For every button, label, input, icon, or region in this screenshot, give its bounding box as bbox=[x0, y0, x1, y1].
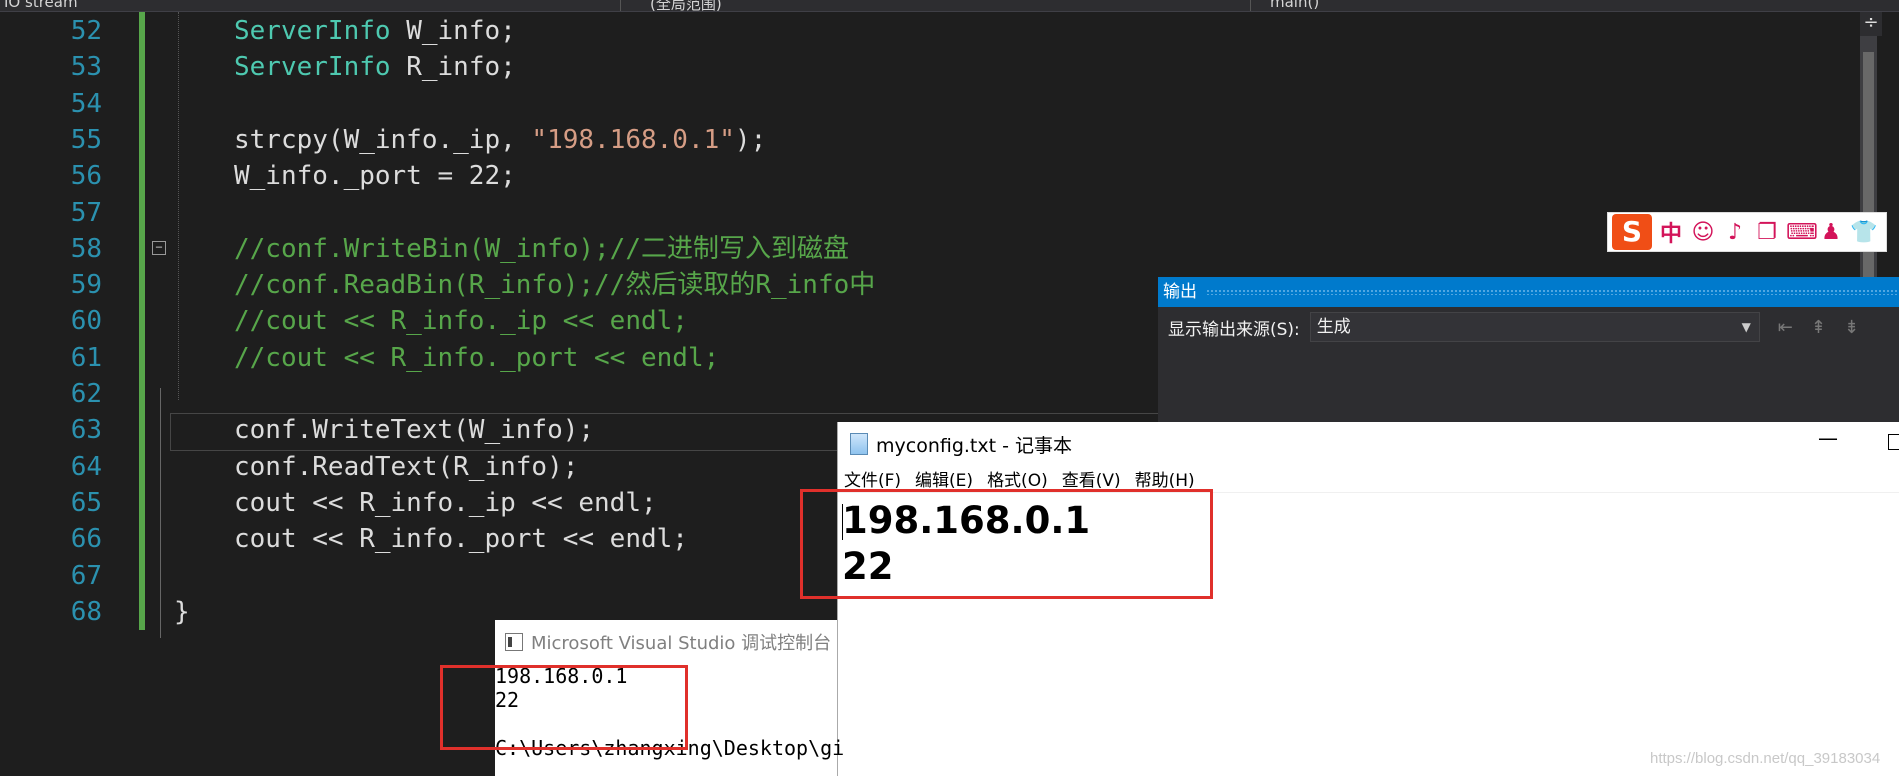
menu-help[interactable]: 帮助(H) bbox=[1135, 466, 1195, 491]
code-line[interactable]: //cout << R_info._ip << endl; bbox=[234, 303, 688, 339]
code-token: //conf.WriteBin(W_info);//二进制写入到磁盘 bbox=[234, 233, 849, 264]
menu-file[interactable]: 文件(F) bbox=[844, 466, 901, 491]
menu-view[interactable]: 查看(V) bbox=[1062, 466, 1121, 491]
code-line[interactable]: conf.WriteText(W_info); bbox=[234, 412, 594, 448]
code-line[interactable]: conf.ReadText(R_info); bbox=[234, 449, 578, 485]
output-source-row: 显示输出来源(S): 生成 ▼ ⇤ ⇞ ⇟ bbox=[1158, 307, 1899, 347]
watermark: https://blog.csdn.net/qq_39183034 bbox=[1650, 750, 1881, 767]
line-number: 56 bbox=[70, 161, 102, 192]
code-token: cout << R_info._ip << endl; bbox=[234, 487, 657, 518]
sogou-logo-icon[interactable]: S bbox=[1612, 214, 1652, 250]
code-token: conf.WriteText(W_info); bbox=[234, 415, 595, 446]
minimize-button[interactable]: — bbox=[1818, 426, 1838, 450]
keyboard-icon[interactable]: ⌨ bbox=[1786, 220, 1818, 245]
code-line[interactable]: ServerInfo W_info; bbox=[234, 13, 516, 49]
line-number: 55 bbox=[70, 124, 102, 155]
divider bbox=[620, 0, 621, 11]
code-token: ); bbox=[734, 124, 767, 155]
output-source-value: 生成 bbox=[1316, 317, 1351, 337]
code-line[interactable]: } bbox=[174, 594, 190, 630]
code-token: W_info._port = 22; bbox=[234, 161, 516, 192]
code-token: //cout << R_info._ip << endl; bbox=[234, 306, 688, 337]
notepad-title: myconfig.txt - 记事本 bbox=[876, 434, 1073, 457]
voice-icon[interactable]: ♪ bbox=[1722, 220, 1748, 245]
line-number: 60 bbox=[70, 306, 102, 337]
line-number: 66 bbox=[70, 524, 102, 555]
line-number: 52 bbox=[70, 16, 102, 46]
chevron-down-icon: ▼ bbox=[1741, 320, 1751, 334]
code-line[interactable]: //cout << R_info._port << endl; bbox=[234, 340, 719, 376]
output-source-select[interactable]: 生成 ▼ bbox=[1309, 312, 1760, 342]
line-number: 65 bbox=[70, 487, 102, 518]
code-line[interactable]: W_info._port = 22; bbox=[234, 158, 516, 194]
notepad-window: myconfig.txt - 记事本 — 文件(F) 编辑(E) 格式(O) 查… bbox=[837, 422, 1899, 776]
user-icon[interactable]: ♟ bbox=[1818, 220, 1844, 245]
code-line[interactable]: cout << R_info._port << endl; bbox=[234, 521, 688, 557]
line-number: 63 bbox=[70, 415, 102, 446]
code-line[interactable]: strcpy(W_info._ip, "198.168.0.1"); bbox=[234, 122, 766, 158]
menu-format[interactable]: 格式(O) bbox=[987, 466, 1048, 491]
code-token: ServerInfo bbox=[234, 52, 391, 83]
code-token: //cout << R_info._port << endl; bbox=[234, 342, 720, 373]
menu-edit[interactable]: 编辑(E) bbox=[915, 466, 973, 491]
scope-dropdown[interactable]: (全局范围) bbox=[650, 0, 722, 11]
next-message-icon[interactable]: ⇟ bbox=[1844, 317, 1859, 338]
title-grip bbox=[1206, 289, 1899, 295]
code-token: strcpy(W_info._ip, bbox=[234, 124, 532, 155]
line-number: 58 bbox=[70, 233, 102, 264]
console-title-bar[interactable]: Microsoft Visual Studio 调试控制台 bbox=[495, 620, 837, 664]
line-number: 68 bbox=[70, 596, 102, 627]
notepad-menubar: 文件(F) 编辑(E) 格式(O) 查看(V) 帮助(H) bbox=[838, 466, 1899, 491]
output-title-bar[interactable]: 输出 bbox=[1158, 277, 1899, 307]
project-dropdown[interactable]: IO stream bbox=[4, 0, 78, 11]
code-line[interactable]: //conf.ReadBin(R_info);//然后读取的R_info中 bbox=[234, 267, 875, 303]
code-line[interactable]: cout << R_info._ip << endl; bbox=[234, 485, 657, 521]
highlight-box-console bbox=[440, 665, 688, 750]
prev-message-icon[interactable]: ⇞ bbox=[1811, 317, 1826, 338]
skin-icon[interactable]: 👕 bbox=[1850, 220, 1877, 245]
divider bbox=[1250, 0, 1251, 11]
function-dropdown[interactable]: main() bbox=[1270, 0, 1319, 11]
line-number: 57 bbox=[70, 197, 102, 228]
line-number: 54 bbox=[70, 88, 102, 119]
output-pane: 输出 显示输出来源(S): 生成 ▼ ⇤ ⇞ ⇟ bbox=[1158, 277, 1899, 422]
code-token: //conf.ReadBin(R_info);//然后读取的R_info中 bbox=[234, 270, 876, 301]
scope-guide bbox=[160, 388, 161, 638]
code-token: W_info; bbox=[390, 16, 516, 46]
code-token: conf.ReadText(R_info); bbox=[234, 451, 579, 482]
code-token: "198.168.0.1" bbox=[531, 124, 735, 155]
console-icon bbox=[505, 633, 523, 651]
collapse-toggle-icon[interactable]: − bbox=[152, 241, 166, 255]
go-to-error-icon[interactable]: ⇤ bbox=[1778, 317, 1793, 338]
chinese-mode-icon[interactable]: 中 bbox=[1658, 216, 1684, 248]
code-token: cout << R_info._port << endl; bbox=[234, 524, 688, 555]
editor-navigation-bar: IO stream (全局范围) main() bbox=[0, 0, 1899, 12]
highlight-box-notepad bbox=[800, 489, 1213, 599]
maximize-button[interactable] bbox=[1888, 434, 1899, 450]
line-number: 59 bbox=[70, 270, 102, 301]
notepad-title-bar[interactable]: myconfig.txt - 记事本 — bbox=[838, 422, 1899, 466]
line-number: 61 bbox=[70, 342, 102, 373]
console-title: Microsoft Visual Studio 调试控制台 bbox=[531, 633, 832, 654]
code-line[interactable]: //conf.WriteBin(W_info);//二进制写入到磁盘 bbox=[234, 231, 849, 267]
output-title: 输出 bbox=[1163, 282, 1197, 302]
code-line[interactable]: ServerInfo R_info; bbox=[234, 49, 516, 85]
code-token: } bbox=[174, 596, 190, 627]
code-token: R_info; bbox=[390, 52, 516, 83]
line-number: 64 bbox=[70, 451, 102, 482]
line-number: 67 bbox=[70, 560, 102, 591]
change-tracking-bar bbox=[139, 12, 145, 630]
code-token: ServerInfo bbox=[234, 16, 391, 46]
output-source-label: 显示输出来源(S): bbox=[1168, 319, 1300, 340]
indent-guide bbox=[178, 12, 179, 400]
line-number: 53 bbox=[70, 52, 102, 83]
ime-toolbar: S 中 ☺ ♪ ❐ ⌨ ♟ 👕 bbox=[1607, 212, 1887, 252]
emoji-icon[interactable]: ☺ bbox=[1690, 220, 1716, 245]
notepad-icon bbox=[850, 433, 868, 455]
screenshot-icon[interactable]: ❐ bbox=[1754, 220, 1780, 245]
split-editor-icon[interactable]: ÷ bbox=[1860, 12, 1882, 36]
line-number: 62 bbox=[70, 379, 102, 409]
